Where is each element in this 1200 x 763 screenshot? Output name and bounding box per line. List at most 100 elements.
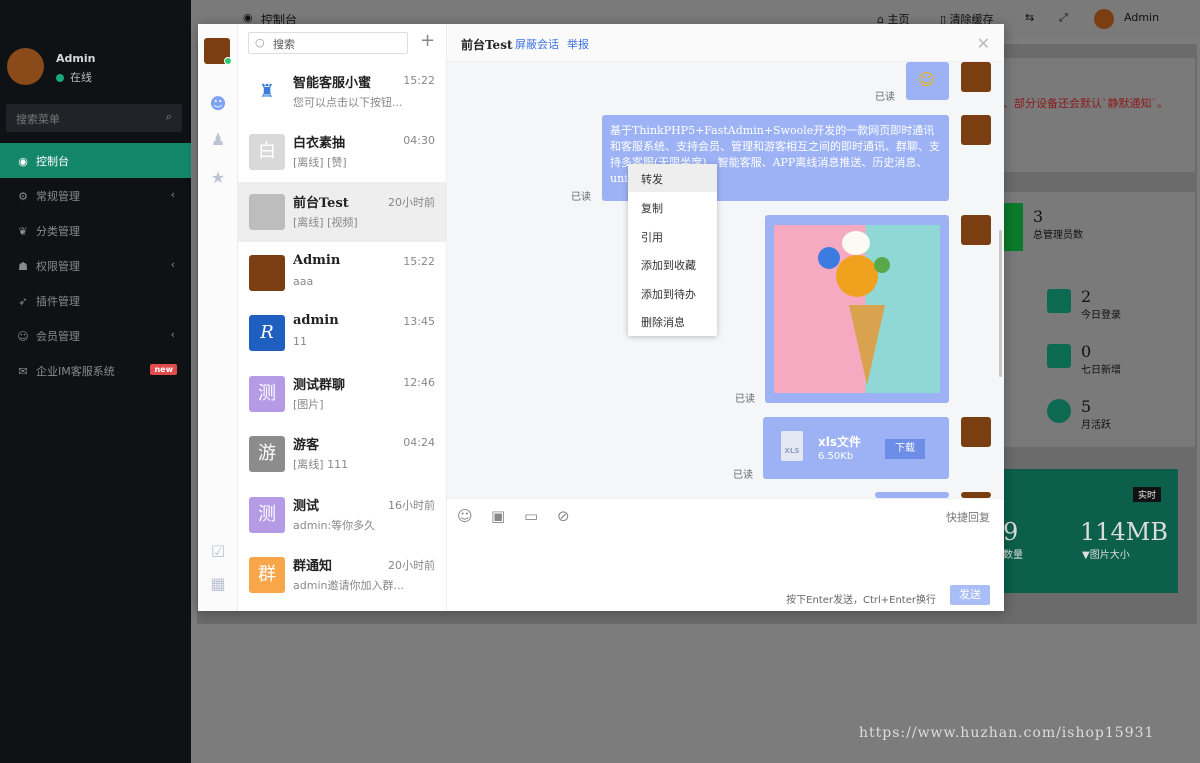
stat-label: ▼图片大小 [1082, 546, 1168, 561]
stat-admins: 3 总管理员数 [1033, 207, 1083, 241]
block-conversation-link[interactable]: 屏蔽会话 [515, 36, 559, 52]
admin-sidebar: Admin 在线 搜索菜单 ⌕ ◉ 控制台 ⚙ 常规管理 ‹ ❦ 分类管理 ☗ 权限管理 ‹ … [0, 0, 191, 763]
realtime-count: 9 数量 [1003, 518, 1023, 561]
top-user-name[interactable]: Admin [1124, 11, 1159, 24]
conversation-name: 智能客服小蜜 [293, 76, 372, 91]
menu-label: 企业IM客服系统 [36, 365, 115, 378]
conversation-item[interactable]: Radmin 13:45 11 [238, 303, 447, 363]
user-icon [1047, 399, 1071, 423]
send-button[interactable]: 发送 [950, 585, 990, 605]
conversation-item[interactable]: Admin 15:22 aaa [238, 243, 447, 303]
conversation-item[interactable]: 测测试 16小时前 admin:等你多久 [238, 485, 447, 545]
conversation-item-selected[interactable]: 前台Test 20小时前 [离线] [视频] [238, 182, 447, 242]
avatar[interactable] [1094, 9, 1114, 29]
conversation-preview: admin邀请你加入群... [293, 579, 403, 592]
menu-item-auth[interactable]: ☗ 权限管理 ‹ [0, 248, 191, 283]
conversation-item[interactable]: 游游客 04:24 [离线] 111 [238, 424, 447, 484]
flower-image[interactable] [774, 225, 940, 393]
fullscreen-icon[interactable]: ⤢ [1059, 11, 1068, 25]
stat-label: 总管理员数 [1033, 230, 1083, 241]
chat-icon[interactable]: ☻ [208, 94, 228, 114]
user-name: Admin [56, 52, 96, 65]
menu-item-plugins[interactable]: ➶ 插件管理 [0, 283, 191, 318]
todo-icon[interactable]: ☑ [208, 542, 228, 562]
menu-search-input[interactable]: 搜索菜单 ⌕ [6, 104, 182, 132]
avatar: R [249, 315, 285, 351]
contacts-icon[interactable]: ♟ [208, 130, 228, 150]
menu-search-placeholder: 搜索菜单 [16, 113, 60, 126]
stat-label: 数量 [1003, 550, 1023, 561]
emoji-message[interactable]: ☺ [906, 62, 949, 100]
chat-scrollbar[interactable] [999, 230, 1002, 377]
conversation-time: 04:24 [403, 436, 435, 449]
menu-item-dashboard[interactable]: ◉ 控制台 [0, 143, 191, 178]
read-status: 已读 [571, 192, 591, 203]
online-dot-icon [224, 57, 232, 65]
star-icon[interactable]: ★ [208, 168, 228, 188]
download-button[interactable]: 下载 [885, 439, 925, 459]
conversation-preview: [离线] [赞] [293, 156, 347, 169]
menu-item-copy[interactable]: 复制 [628, 193, 717, 221]
menu-label: 控制台 [36, 155, 69, 168]
close-icon[interactable]: ✕ [977, 34, 990, 53]
folder-icon[interactable]: ▭ [524, 507, 542, 525]
conversation-name: 测试 [293, 499, 320, 514]
menu-label: 分类管理 [36, 225, 80, 238]
image-icon[interactable]: ▣ [491, 507, 509, 525]
menu-label: 插件管理 [36, 295, 80, 308]
menu-item-favorite[interactable]: 添加到收藏 [628, 250, 717, 278]
leaf-icon: ❦ [18, 225, 28, 238]
user-panel: Admin 在线 [0, 40, 191, 98]
add-icon[interactable]: + [420, 30, 435, 51]
peer-name: 前台Test [461, 38, 513, 52]
menu-item-general[interactable]: ⚙ 常规管理 ‹ [0, 178, 191, 213]
conversation-item[interactable]: 白白衣素抽 04:30 [离线] [赞] [238, 122, 447, 182]
stat-value: 0 [1081, 342, 1092, 361]
group-icon: ☗ [18, 260, 28, 273]
conversation-item[interactable]: ♜ 智能客服小蜜 15:22 您可以点击以下按钮... [238, 62, 447, 122]
online-dot-icon [56, 74, 64, 82]
user-status: 在线 [56, 69, 92, 85]
send-hint: 按下Enter发送，Ctrl+Enter换行 [786, 595, 936, 606]
menu-label: 权限管理 [36, 260, 80, 273]
green-leaf-shape [874, 257, 890, 273]
search-placeholder: 搜索 [273, 38, 295, 51]
menu-item-quote[interactable]: 引用 [628, 222, 717, 250]
menu-item-todo[interactable]: 添加到待办 [628, 279, 717, 307]
menu-item-members[interactable]: ☺ 会员管理 ‹ [0, 318, 191, 353]
wink-emoji-icon: ☺ [918, 70, 935, 89]
status-label: 在线 [70, 71, 92, 84]
menu-item-category[interactable]: ❦ 分类管理 [0, 213, 191, 248]
language-icon[interactable]: ⇆ [1025, 11, 1034, 24]
menu-item-im[interactable]: ✉ 企业IM客服系统 new [0, 353, 191, 388]
avatar [7, 48, 44, 85]
menu-item-delete[interactable]: 删除消息 [628, 307, 717, 335]
conversation-item[interactable]: 群群通知 20小时前 admin邀请你加入群... [238, 545, 447, 605]
quick-reply-button[interactable]: 快捷回复 [946, 509, 990, 525]
chat-search-input[interactable]: ○ 搜索 [248, 32, 408, 54]
robot-avatar: ♜ [249, 74, 285, 110]
link-icon[interactable]: ⊘ [557, 507, 575, 525]
file-name: xls文件 [818, 435, 861, 449]
emoji-icon[interactable]: ☺ [457, 507, 475, 525]
conversation-time: 16小时前 [388, 499, 435, 512]
search-icon: ⌕ [165, 110, 172, 123]
conversation-preview: [离线] 111 [293, 458, 349, 471]
avatar: 白 [249, 134, 285, 170]
file-message[interactable]: XLS xls文件 6.50Kb 下载 [763, 417, 949, 479]
conversation-name: 群通知 [293, 559, 333, 574]
notice-text: 、部分设备还会默认`静默通知`。 [1003, 97, 1168, 110]
orange-flower-shape [836, 255, 878, 297]
conversation-preview: aaa [293, 275, 314, 288]
stat-value: 9 [1003, 518, 1019, 546]
report-link[interactable]: 举报 [567, 36, 589, 52]
stat-label: 今日登录 [1081, 310, 1121, 321]
conversation-name: admin [293, 313, 339, 328]
stat-today-login: 2 今日登录 [1081, 287, 1121, 321]
conversation-time: 20小时前 [388, 196, 435, 209]
conversation-item[interactable]: 测测试群聊 12:46 [图片] [238, 364, 447, 424]
menu-item-forward[interactable]: 转发 [628, 164, 717, 192]
apps-icon[interactable]: ▦ [208, 574, 228, 594]
conversation-preview: 您可以点击以下按钮... [293, 96, 403, 109]
composer: ☺ ▣ ▭ ⊘ 快捷回复 按下Enter发送，Ctrl+Enter换行 发送 [447, 498, 1004, 611]
